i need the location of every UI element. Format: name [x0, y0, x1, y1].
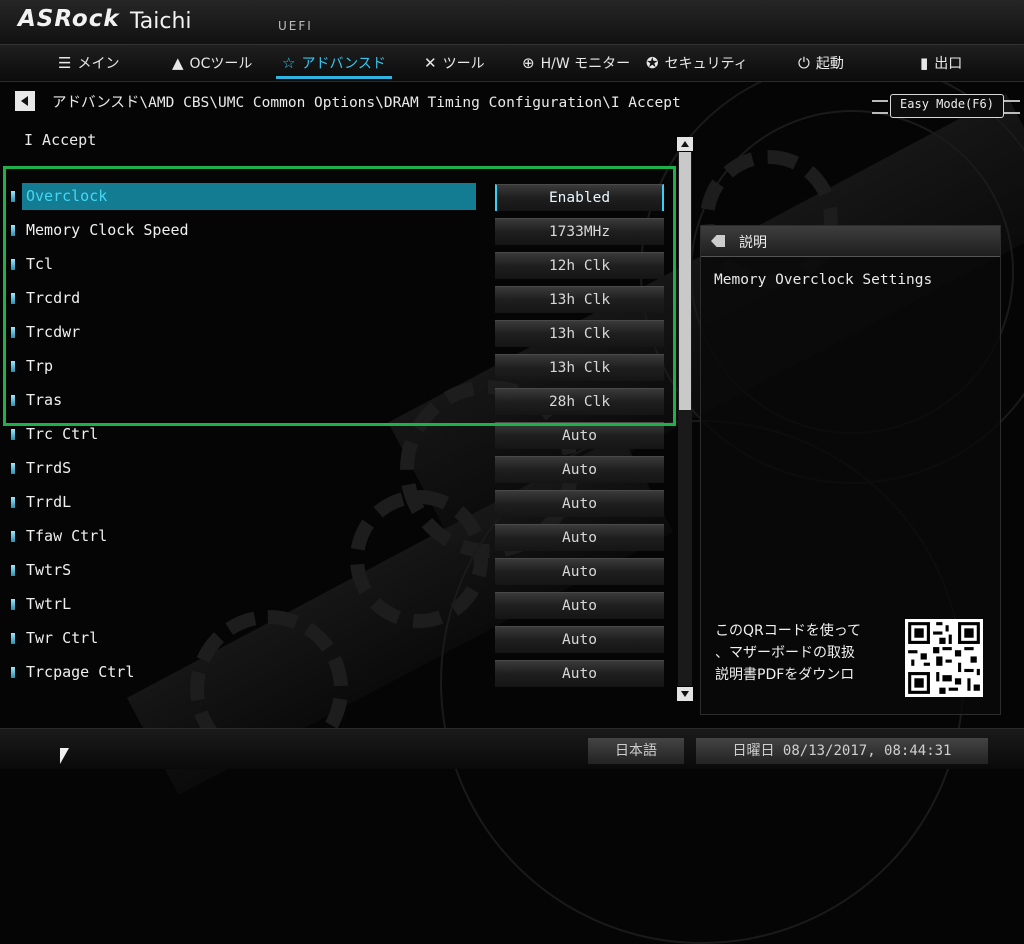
- list-icon: ☰: [58, 54, 72, 72]
- easy-mode-button[interactable]: Easy Mode(F6): [872, 94, 1020, 118]
- setting-row-trcpage-ctrl[interactable]: Trcpage Ctrl Auto: [0, 656, 680, 688]
- setting-name: TwtrS: [26, 561, 72, 579]
- setting-row-twtrs[interactable]: TwtrS Auto: [0, 554, 680, 588]
- shield-icon: ✪: [646, 54, 659, 72]
- setting-value[interactable]: Auto: [495, 626, 664, 653]
- exit-door-icon: ▮: [920, 54, 929, 72]
- firmware-label: UEFI: [278, 19, 313, 33]
- row-marker-icon: [11, 463, 15, 474]
- tab-tools[interactable]: ✕ ツール: [424, 45, 485, 81]
- setting-value[interactable]: Auto: [495, 490, 664, 517]
- setting-value[interactable]: Auto: [495, 558, 664, 585]
- qr-code: [905, 619, 983, 697]
- wing-left-icon: [872, 100, 888, 114]
- mouse-pointer-icon: [60, 748, 69, 764]
- row-marker-icon: [11, 667, 15, 678]
- tab-oc-tools[interactable]: ▲ OCツール: [172, 45, 252, 81]
- row-marker-icon: [11, 429, 15, 440]
- setting-row-twtrl[interactable]: TwtrL Auto: [0, 588, 680, 622]
- scrollbar-thumb[interactable]: [679, 152, 691, 410]
- brand-logo: ASRock: [18, 6, 120, 32]
- setting-row-trrdl[interactable]: TrrdL Auto: [0, 486, 680, 520]
- help-description: Memory Overclock Settings: [714, 272, 933, 288]
- scroll-up-icon[interactable]: [677, 137, 693, 151]
- setting-value[interactable]: Auto: [495, 422, 664, 449]
- board-model: Taichi: [130, 9, 192, 34]
- crosshair-icon: ⊕: [522, 54, 535, 72]
- setting-value[interactable]: Auto: [495, 524, 664, 551]
- wing-right-icon: [1004, 100, 1020, 114]
- setting-value[interactable]: Auto: [495, 660, 664, 687]
- rocket-icon: ▲: [172, 54, 184, 72]
- row-marker-icon: [11, 497, 15, 508]
- tab-main[interactable]: ☰ メイン: [58, 45, 119, 81]
- setting-value[interactable]: Auto: [495, 456, 664, 483]
- setting-row-trrds[interactable]: TrrdS Auto: [0, 452, 680, 486]
- star-icon: ☆: [282, 54, 296, 72]
- setting-name: TrrdL: [26, 493, 72, 511]
- scroll-down-icon[interactable]: [677, 687, 693, 701]
- tab-hw-monitor[interactable]: ⊕ H/W モニター: [522, 45, 630, 81]
- setting-row-tfaw-ctrl[interactable]: Tfaw Ctrl Auto: [0, 520, 680, 554]
- setting-row-twr-ctrl[interactable]: Twr Ctrl Auto: [0, 622, 680, 656]
- help-header: 説明: [701, 226, 1000, 257]
- row-marker-icon: [11, 565, 15, 576]
- row-marker-icon: [11, 599, 15, 610]
- setting-name: Trcpage Ctrl: [26, 663, 135, 681]
- tab-exit[interactable]: ▮ 出口: [920, 45, 962, 81]
- header-bar: ASRock Taichi UEFI: [0, 0, 1024, 44]
- setting-value[interactable]: Auto: [495, 592, 664, 619]
- tag-icon: [711, 235, 725, 247]
- row-marker-icon: [11, 633, 15, 644]
- easy-mode-label: Easy Mode(F6): [900, 97, 994, 111]
- language-button[interactable]: 日本語: [588, 738, 684, 764]
- setting-name: Twr Ctrl: [26, 629, 99, 647]
- datetime-display: 日曜日 08/13/2017, 08:44:31: [696, 738, 988, 764]
- back-button[interactable]: [15, 91, 35, 111]
- tools-icon: ✕: [424, 54, 437, 72]
- help-title: 説明: [739, 235, 767, 251]
- footer-bar: 日本語 日曜日 08/13/2017, 08:44:31: [0, 728, 1024, 769]
- breadcrumb: アドバンスド\AMD CBS\UMC Common Options\DRAM T…: [52, 95, 681, 111]
- highlight-box: [3, 166, 676, 426]
- setting-name: Tfaw Ctrl: [26, 527, 108, 545]
- qr-caption: このQRコードを使って 、マザーボードの取扱 説明書PDFをダウンロ: [715, 623, 862, 683]
- tab-security[interactable]: ✪ セキュリティ: [646, 45, 748, 81]
- row-marker-icon: [11, 531, 15, 542]
- tab-boot[interactable]: ⏻ 起動: [798, 45, 844, 81]
- setting-name: TwtrL: [26, 595, 72, 613]
- page-subtitle: I Accept: [24, 131, 97, 149]
- help-panel: 説明 Memory Overclock Settings このQRコードを使って…: [700, 225, 1001, 715]
- power-icon: ⏻: [798, 54, 810, 72]
- main-tabs: ☰ メイン ▲ OCツール ☆ アドバンスド ✕ ツール ⊕ H/W モニター ✪ セキュリ…: [0, 44, 1024, 82]
- tab-advanced[interactable]: ☆ アドバンスド: [276, 45, 392, 81]
- setting-name: TrrdS: [26, 459, 72, 477]
